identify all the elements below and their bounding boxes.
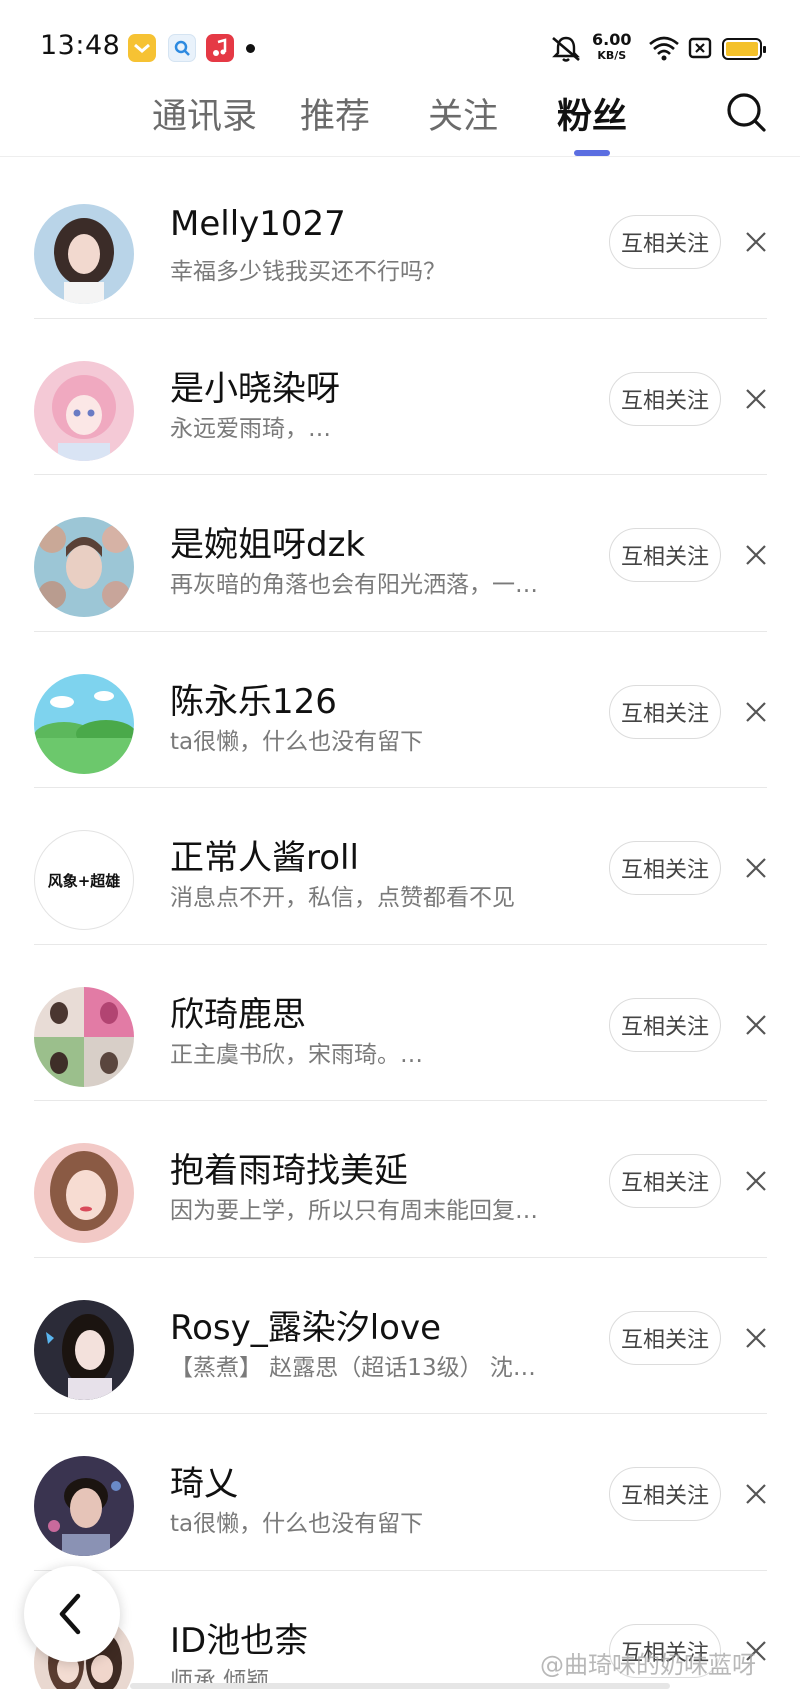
speed-value: 6.00 [592,30,632,49]
avatar[interactable] [34,517,134,617]
home-indicator [130,1683,670,1689]
music-app-icon [206,34,234,62]
avatar[interactable] [34,986,134,1087]
chevron-left-icon [59,1593,81,1635]
avatar[interactable] [34,673,134,774]
fan-name: 正常人酱roll [170,838,359,878]
fan-name: Melly1027 [170,204,346,244]
status-bar: 13:48 6.00 KB/S [0,0,800,96]
fan-bio: 消息点不开，私信，点赞都看不见 [170,885,515,911]
remove-button[interactable] [744,543,768,567]
mutual-follow-button[interactable]: 互相关注 [609,371,721,426]
list-item[interactable]: Melly1027 幸福多少钱我买还不行吗？ 互相关注 [0,162,800,319]
close-icon [746,232,766,252]
tabs-divider [0,156,800,157]
avatar[interactable]: 风象+超雄 [34,830,134,930]
avatar-text: 风象+超雄 [47,871,121,890]
list-item[interactable]: 琦乂 ta很懒，什么也没有留下 互相关注 [0,1414,800,1571]
watermark: @曲琦味的奶味蓝呀 [540,1651,756,1679]
notification-dot-icon [246,44,255,53]
fan-bio: ta很懒，什么也没有留下 [170,728,424,755]
remove-button[interactable] [744,1169,768,1193]
close-icon [746,1171,766,1191]
back-button[interactable] [24,1566,120,1662]
fan-bio: 因为要上学，所以只有周末能回复… [170,1198,538,1224]
clock: 13:48 [40,30,121,61]
search-icon [727,93,766,132]
mutual-follow-button[interactable]: 互相关注 [609,841,721,895]
fan-name: 欣琦鹿思 [170,994,306,1035]
list-item[interactable]: 是小晓染呀 永远爱雨琦，… 互相关注 [0,319,800,476]
mutual-follow-button[interactable]: 互相关注 [609,684,721,739]
remove-button[interactable] [744,1482,768,1506]
tab-contacts[interactable]: 通讯录 [152,88,257,139]
list-item[interactable]: 是婉姐呀dzk 再灰暗的角落也会有阳光洒落，一… 互相关注 [0,475,800,632]
tab-fans[interactable]: 粉丝 [557,88,627,139]
avatar[interactable] [34,360,134,461]
avatar[interactable] [34,1143,134,1243]
mutual-follow-button[interactable]: 互相关注 [609,1467,721,1521]
mutual-follow-button[interactable]: 互相关注 [609,528,721,582]
sim-icon [688,36,712,64]
close-icon [746,1327,766,1348]
fan-bio: 再灰暗的角落也会有阳光洒落，一… [170,572,538,598]
mute-bell-icon [548,34,584,68]
fan-bio: 【蒸煮】 赵露思（超话13级） 沈… [170,1354,536,1381]
fan-name: ID池也柰 [170,1620,309,1661]
wifi-icon [648,34,680,66]
close-icon [746,701,766,722]
fan-bio: 正主虞书欣，宋雨琦。… [170,1041,423,1068]
fan-name: 抱着雨琦找美延 [170,1151,408,1191]
battery-icon [722,38,766,60]
list-item[interactable]: 欣琦鹿思 正主虞书欣，宋雨琦。… 互相关注 [0,945,800,1102]
fan-name: 琦乂 [170,1464,238,1504]
search-app-icon [168,34,196,62]
fans-list: Melly1027 幸福多少钱我买还不行吗？ 互相关注 是小晓染呀 永远爱雨琦，… [0,162,800,1689]
close-icon [746,858,766,878]
top-tabs: 通讯录 推荐 关注 粉丝 [0,88,800,156]
mutual-follow-button[interactable]: 互相关注 [609,997,721,1052]
tab-recommended[interactable]: 推荐 [300,88,370,139]
avatar[interactable] [34,1299,134,1400]
remove-button[interactable] [744,856,768,880]
remove-button[interactable] [744,387,768,411]
close-icon [746,545,766,565]
remove-button[interactable] [744,1013,768,1037]
list-item[interactable]: 风象+超雄 正常人酱roll 消息点不开，私信，点赞都看不见 互相关注 [0,788,800,945]
avatar[interactable] [34,204,134,304]
list-item[interactable]: 抱着雨琦找美延 因为要上学，所以只有周末能回复… 互相关注 [0,1101,800,1258]
list-item[interactable]: 陈永乐126 ta很懒，什么也没有留下 互相关注 [0,632,800,789]
fan-bio: ta很懒，什么也没有留下 [170,1511,424,1537]
network-speed: 6.00 KB/S [592,32,631,64]
tab-following[interactable]: 关注 [428,88,498,139]
list-item[interactable]: Rosy_露染汐love 【蒸煮】 赵露思（超话13级） 沈… 互相关注 [0,1258,800,1415]
search-button[interactable] [724,90,768,134]
close-icon [746,1484,766,1504]
remove-button[interactable] [744,700,768,724]
speed-unit: KB/S [597,49,627,62]
avatar[interactable] [34,1456,134,1556]
notes-app-icon [128,34,156,62]
fan-name: 陈永乐126 [170,681,337,722]
mutual-follow-button[interactable]: 互相关注 [609,1310,721,1365]
fan-bio: 幸福多少钱我买还不行吗？ [170,259,446,285]
remove-button[interactable] [744,1326,768,1350]
mutual-follow-button[interactable]: 互相关注 [609,1154,721,1208]
fan-name: 是小晓染呀 [170,368,340,409]
remove-button[interactable] [744,230,768,254]
close-icon [746,388,766,409]
fan-bio: 永远爱雨琦，… [170,415,331,442]
fan-name: 是婉姐呀dzk [170,525,366,565]
fan-name: Rosy_露染汐love [170,1307,442,1348]
close-icon [746,1014,766,1035]
mutual-follow-button[interactable]: 互相关注 [609,215,721,269]
